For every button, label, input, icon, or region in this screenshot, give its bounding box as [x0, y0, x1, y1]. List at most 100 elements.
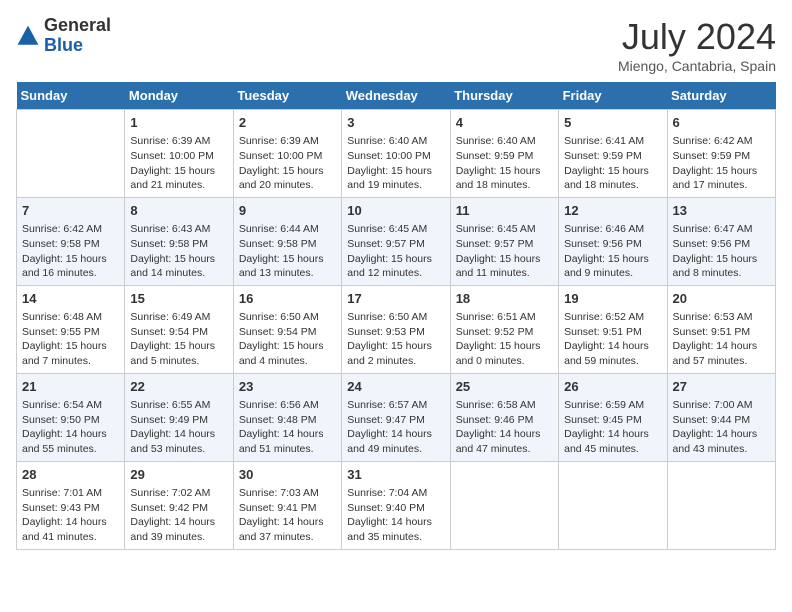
calendar-cell: 12Sunrise: 6:46 AM Sunset: 9:56 PM Dayli… — [559, 197, 667, 285]
calendar-cell: 19 Sunrise: 6:52 AM Sunset: 9:51 PM Dayli… — [559, 285, 667, 373]
calendar-cell — [667, 461, 775, 549]
day-info: Sunrise: 6:44 AM Sunset: 9:58 PM Dayligh… — [239, 222, 336, 281]
calendar-cell: 22 Sunrise: 6:55 AM Sunset: 9:49 PM Dayli… — [125, 373, 233, 461]
calendar-cell — [17, 110, 125, 198]
day-info: Sunrise: 6:52 AM Sunset: 9:51 PM Dayligh… — [564, 310, 661, 369]
week-row-4: 21 Sunrise: 6:54 AM Sunset: 9:50 PM Dayli… — [17, 373, 776, 461]
calendar-cell: 1 Sunrise: 6:39 AM Sunset: 10:00 PM Dayli… — [125, 110, 233, 198]
day-number: 2 — [239, 114, 336, 132]
week-row-5: 28Sunrise: 7:01 AM Sunset: 9:43 PM Dayli… — [17, 461, 776, 549]
day-number: 19 — [564, 290, 661, 308]
day-info: Sunrise: 7:03 AM Sunset: 9:41 PM Dayligh… — [239, 486, 336, 545]
day-number: 29 — [130, 466, 227, 484]
week-row-3: 14Sunrise: 6:48 AM Sunset: 9:55 PM Dayli… — [17, 285, 776, 373]
day-header-friday: Friday — [559, 82, 667, 110]
day-number: 4 — [456, 114, 553, 132]
day-info: Sunrise: 6:58 AM Sunset: 9:46 PM Dayligh… — [456, 398, 553, 457]
calendar-cell: 30 Sunrise: 7:03 AM Sunset: 9:41 PM Dayli… — [233, 461, 341, 549]
calendar-cell: 7 Sunrise: 6:42 AM Sunset: 9:58 PM Daylig… — [17, 197, 125, 285]
day-info: Sunrise: 6:50 AM Sunset: 9:53 PM Dayligh… — [347, 310, 444, 369]
calendar-cell: 25 Sunrise: 6:58 AM Sunset: 9:46 PM Dayli… — [450, 373, 558, 461]
calendar-header-row: SundayMondayTuesdayWednesdayThursdayFrid… — [17, 82, 776, 110]
calendar-cell: 4Sunrise: 6:40 AM Sunset: 9:59 PM Daylig… — [450, 110, 558, 198]
calendar-table: SundayMondayTuesdayWednesdayThursdayFrid… — [16, 82, 776, 550]
calendar-cell: 24Sunrise: 6:57 AM Sunset: 9:47 PM Dayli… — [342, 373, 450, 461]
day-info: Sunrise: 6:45 AM Sunset: 9:57 PM Dayligh… — [347, 222, 444, 281]
day-header-saturday: Saturday — [667, 82, 775, 110]
day-info: Sunrise: 6:39 AM Sunset: 10:00 PM Daylig… — [239, 134, 336, 193]
day-number: 26 — [564, 378, 661, 396]
day-info: Sunrise: 6:43 AM Sunset: 9:58 PM Dayligh… — [130, 222, 227, 281]
day-info: Sunrise: 6:41 AM Sunset: 9:59 PM Dayligh… — [564, 134, 661, 193]
day-info: Sunrise: 6:59 AM Sunset: 9:45 PM Dayligh… — [564, 398, 661, 457]
title-area: July 2024 Miengo, Cantabria, Spain — [618, 16, 776, 74]
calendar-cell: 9 Sunrise: 6:44 AM Sunset: 9:58 PM Daylig… — [233, 197, 341, 285]
day-header-thursday: Thursday — [450, 82, 558, 110]
day-number: 6 — [673, 114, 770, 132]
day-info: Sunrise: 6:55 AM Sunset: 9:49 PM Dayligh… — [130, 398, 227, 457]
day-number: 10 — [347, 202, 444, 220]
week-row-1: 1 Sunrise: 6:39 AM Sunset: 10:00 PM Dayli… — [17, 110, 776, 198]
day-info: Sunrise: 6:53 AM Sunset: 9:51 PM Dayligh… — [673, 310, 770, 369]
day-header-tuesday: Tuesday — [233, 82, 341, 110]
calendar-cell — [559, 461, 667, 549]
day-number: 20 — [673, 290, 770, 308]
header: General Blue July 2024 Miengo, Cantabria… — [16, 16, 776, 74]
day-info: Sunrise: 7:00 AM Sunset: 9:44 PM Dayligh… — [673, 398, 770, 457]
calendar-cell: 31Sunrise: 7:04 AM Sunset: 9:40 PM Dayli… — [342, 461, 450, 549]
day-number: 15 — [130, 290, 227, 308]
day-number: 7 — [22, 202, 119, 220]
calendar-cell: 11Sunrise: 6:45 AM Sunset: 9:57 PM Dayli… — [450, 197, 558, 285]
calendar-cell: 15 Sunrise: 6:49 AM Sunset: 9:54 PM Dayli… — [125, 285, 233, 373]
logo-general: General — [44, 15, 111, 35]
day-info: Sunrise: 6:42 AM Sunset: 9:58 PM Dayligh… — [22, 222, 119, 281]
location: Miengo, Cantabria, Spain — [618, 58, 776, 74]
day-number: 25 — [456, 378, 553, 396]
day-number: 30 — [239, 466, 336, 484]
calendar-cell: 10 Sunrise: 6:45 AM Sunset: 9:57 PM Dayli… — [342, 197, 450, 285]
day-info: Sunrise: 7:04 AM Sunset: 9:40 PM Dayligh… — [347, 486, 444, 545]
calendar-cell: 17 Sunrise: 6:50 AM Sunset: 9:53 PM Dayli… — [342, 285, 450, 373]
day-number: 28 — [22, 466, 119, 484]
day-number: 18 — [456, 290, 553, 308]
day-info: Sunrise: 7:02 AM Sunset: 9:42 PM Dayligh… — [130, 486, 227, 545]
day-number: 8 — [130, 202, 227, 220]
day-number: 16 — [239, 290, 336, 308]
day-number: 21 — [22, 378, 119, 396]
calendar-cell: 6 Sunrise: 6:42 AM Sunset: 9:59 PM Daylig… — [667, 110, 775, 198]
logo-icon — [16, 24, 40, 48]
calendar-cell: 2 Sunrise: 6:39 AM Sunset: 10:00 PM Dayli… — [233, 110, 341, 198]
calendar-cell: 20 Sunrise: 6:53 AM Sunset: 9:51 PM Dayli… — [667, 285, 775, 373]
day-number: 14 — [22, 290, 119, 308]
day-number: 5 — [564, 114, 661, 132]
day-number: 13 — [673, 202, 770, 220]
calendar-cell: 29 Sunrise: 7:02 AM Sunset: 9:42 PM Dayli… — [125, 461, 233, 549]
logo: General Blue — [16, 16, 111, 56]
day-number: 17 — [347, 290, 444, 308]
calendar-cell: 3 Sunrise: 6:40 AM Sunset: 10:00 PM Dayli… — [342, 110, 450, 198]
calendar-cell: 28Sunrise: 7:01 AM Sunset: 9:43 PM Dayli… — [17, 461, 125, 549]
day-info: Sunrise: 6:40 AM Sunset: 10:00 PM Daylig… — [347, 134, 444, 193]
day-number: 23 — [239, 378, 336, 396]
day-header-wednesday: Wednesday — [342, 82, 450, 110]
day-info: Sunrise: 6:47 AM Sunset: 9:56 PM Dayligh… — [673, 222, 770, 281]
day-info: Sunrise: 6:39 AM Sunset: 10:00 PM Daylig… — [130, 134, 227, 193]
day-info: Sunrise: 6:51 AM Sunset: 9:52 PM Dayligh… — [456, 310, 553, 369]
day-info: Sunrise: 6:57 AM Sunset: 9:47 PM Dayligh… — [347, 398, 444, 457]
day-number: 9 — [239, 202, 336, 220]
day-number: 1 — [130, 114, 227, 132]
day-number: 3 — [347, 114, 444, 132]
day-header-sunday: Sunday — [17, 82, 125, 110]
month-year: July 2024 — [618, 16, 776, 58]
day-number: 22 — [130, 378, 227, 396]
day-info: Sunrise: 6:42 AM Sunset: 9:59 PM Dayligh… — [673, 134, 770, 193]
day-number: 27 — [673, 378, 770, 396]
calendar-cell: 18 Sunrise: 6:51 AM Sunset: 9:52 PM Dayli… — [450, 285, 558, 373]
calendar-cell: 14Sunrise: 6:48 AM Sunset: 9:55 PM Dayli… — [17, 285, 125, 373]
week-row-2: 7 Sunrise: 6:42 AM Sunset: 9:58 PM Daylig… — [17, 197, 776, 285]
day-info: Sunrise: 6:54 AM Sunset: 9:50 PM Dayligh… — [22, 398, 119, 457]
day-number: 11 — [456, 202, 553, 220]
calendar-cell: 5 Sunrise: 6:41 AM Sunset: 9:59 PM Daylig… — [559, 110, 667, 198]
day-info: Sunrise: 6:49 AM Sunset: 9:54 PM Dayligh… — [130, 310, 227, 369]
calendar-cell: 8 Sunrise: 6:43 AM Sunset: 9:58 PM Daylig… — [125, 197, 233, 285]
